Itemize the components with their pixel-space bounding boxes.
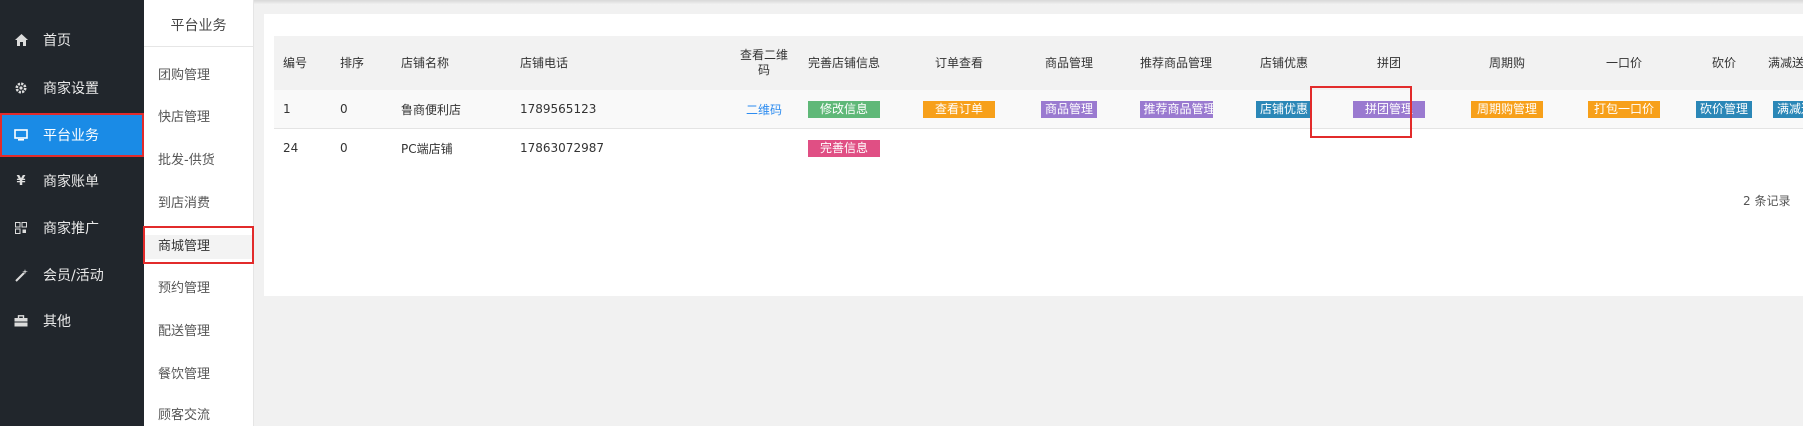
bargain-management-button[interactable]: 砍价管理 xyxy=(1696,100,1752,118)
cell-id: 1 xyxy=(283,102,291,116)
header-view-qr-line2: 码 xyxy=(757,63,770,77)
sidebar-item-label: 商家推广 xyxy=(43,221,99,237)
header-sort: 排序 xyxy=(340,55,365,70)
record-count: 2 条记录 xyxy=(1743,194,1791,208)
header-complete-info: 完善店铺信息 xyxy=(807,55,880,70)
recommend-goods-button[interactable]: 推荐商品管理 xyxy=(1139,100,1213,118)
briefcase-icon xyxy=(12,315,30,327)
table-header: 编号 排序 店铺名称 店铺电话 查看二维 码 完善店铺信息 订单查看 商品管理 … xyxy=(274,36,1803,91)
header-store-phone: 店铺电话 xyxy=(520,55,569,70)
cell-id: 24 xyxy=(283,141,299,155)
header-store-name: 店铺名称 xyxy=(401,55,450,70)
sidebar-item-platform-business[interactable]: 平台业务 xyxy=(0,115,144,155)
header-view-orders: 订单查看 xyxy=(934,55,983,70)
submenu-item-reservation[interactable]: 预约管理 xyxy=(158,277,248,301)
sidebar-item-label: 首页 xyxy=(43,33,71,49)
sidebar-item-merchant-settings[interactable]: 商家设置 xyxy=(0,69,144,107)
store-table: 编号 排序 店铺名称 店铺电话 查看二维 码 完善店铺信息 订单查看 商品管理 … xyxy=(274,36,1803,166)
cell-recommend: 推荐商品管理 xyxy=(1116,90,1236,128)
submenu-panel: 平台业务 团购管理 快店管理 批发-供货 到店消费 商城管理 预约管理 配送管理… xyxy=(144,0,254,426)
content-panel: 编号 排序 店铺名称 店铺电话 查看二维 码 完善店铺信息 订单查看 商品管理 … xyxy=(264,14,1803,296)
monitor-icon xyxy=(12,129,30,141)
qrcode-icon xyxy=(12,222,30,234)
fixed-price-button[interactable]: 打包一口价 xyxy=(1588,100,1660,118)
submenu-title: 平台业务 xyxy=(144,6,253,47)
submenu-item-catering[interactable]: 餐饮管理 xyxy=(158,363,248,387)
sidebar-item-label: 会员/活动 xyxy=(43,268,104,284)
cell-full-reduction: 满减送 xyxy=(1773,90,1803,128)
cell-info: 完善信息 xyxy=(774,129,914,166)
header-id: 编号 xyxy=(283,55,308,70)
header-periodic: 周期购 xyxy=(1488,55,1525,70)
cell-sort: 0 xyxy=(340,102,348,116)
cell-info: 修改信息 xyxy=(774,90,914,128)
cell-periodic: 周期购管理 xyxy=(1447,90,1567,128)
home-icon xyxy=(12,34,30,46)
group-buy-management-button[interactable]: 拼团管理 xyxy=(1353,100,1425,118)
sidebar-item-merchant-bills[interactable]: ¥ 商家账单 xyxy=(0,162,144,200)
top-shadow-line xyxy=(0,0,1803,5)
table-row: 1 0 鲁商便利店 1789565123 二维码 修改信息 查看订单 商品管理 … xyxy=(274,90,1803,129)
cell-orders: 查看订单 xyxy=(899,90,1019,128)
submenu-item-group-buy[interactable]: 团购管理 xyxy=(158,64,248,88)
sidebar-item-label: 其他 xyxy=(43,314,71,330)
sidebar-item-members-activities[interactable]: 会员/活动 xyxy=(0,256,144,294)
submenu-item-wholesale[interactable]: 批发-供货 xyxy=(158,149,248,173)
edit-info-button[interactable]: 修改信息 xyxy=(808,100,880,118)
cell-group-buy: 拼团管理 xyxy=(1329,90,1449,128)
table-row: 24 0 PC端店铺 17863072987 完善信息 xyxy=(274,129,1421,166)
sidebar-item-home[interactable]: 首页 xyxy=(0,21,144,59)
sidebar-item-label: 商家设置 xyxy=(43,81,99,97)
cell-goods: 商品管理 xyxy=(1009,90,1129,128)
submenu-item-mall-management[interactable]: 商城管理 xyxy=(144,235,253,259)
full-reduction-button[interactable]: 满减送 xyxy=(1773,100,1803,118)
header-recommend: 推荐商品管理 xyxy=(1139,55,1212,70)
sidebar-item-merchant-promotion[interactable]: 商家推广 xyxy=(0,209,144,247)
main-sidebar: 首页 商家设置 平台业务 ¥ 商家账单 商家推广 会员/活动 其他 xyxy=(0,0,144,426)
cell-store-name: 鲁商便利店 xyxy=(401,102,462,117)
cell-sort: 0 xyxy=(340,141,348,155)
header-discount: 店铺优惠 xyxy=(1259,55,1308,70)
periodic-purchase-button[interactable]: 周期购管理 xyxy=(1471,100,1543,118)
yen-icon: ¥ xyxy=(16,173,26,189)
header-goods: 商品管理 xyxy=(1044,55,1093,70)
magic-wand-icon xyxy=(12,268,30,282)
sidebar-item-label: 平台业务 xyxy=(43,128,99,144)
submenu-item-in-store[interactable]: 到店消费 xyxy=(158,192,248,216)
header-full-reduction: 满减送 xyxy=(1768,55,1803,70)
cell-discount: 店铺优惠 xyxy=(1224,90,1344,128)
complete-info-button[interactable]: 完善信息 xyxy=(808,139,880,157)
cell-store-name: PC端店铺 xyxy=(401,141,453,156)
sidebar-item-other[interactable]: 其他 xyxy=(0,302,144,340)
cell-store-phone: 1789565123 xyxy=(520,102,597,116)
submenu-item-customer-chat[interactable]: 顾客交流 xyxy=(158,404,248,426)
sidebar-item-label: 商家账单 xyxy=(43,174,99,190)
view-orders-button[interactable]: 查看订单 xyxy=(923,100,995,118)
header-bargain: 砍价 xyxy=(1711,55,1736,70)
header-group-buy: 拼团 xyxy=(1376,55,1401,70)
submenu-item-delivery[interactable]: 配送管理 xyxy=(158,320,248,344)
app-root: 首页 商家设置 平台业务 ¥ 商家账单 商家推广 会员/活动 其他 平台业务 团… xyxy=(0,0,1803,426)
goods-management-button[interactable]: 商品管理 xyxy=(1041,100,1097,118)
cell-store-phone: 17863072987 xyxy=(520,141,604,155)
store-discount-button[interactable]: 店铺优惠 xyxy=(1256,100,1312,118)
submenu-item-quick-store[interactable]: 快店管理 xyxy=(158,106,248,130)
cell-bargain: 砍价管理 xyxy=(1664,90,1784,128)
gear-icon xyxy=(12,82,30,94)
